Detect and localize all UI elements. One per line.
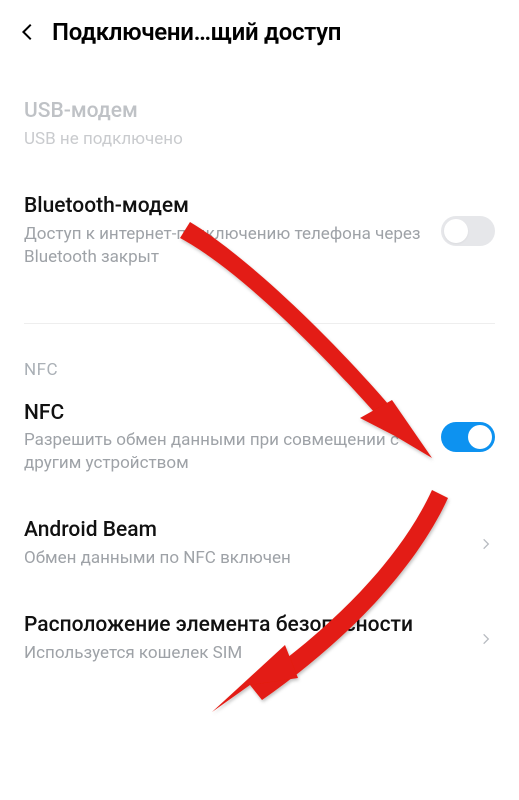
chevron-right-icon bbox=[477, 630, 495, 648]
usb-modem-subtitle: USB не подключено bbox=[24, 128, 495, 151]
item-security-element[interactable]: Расположение элемента безопасности Испол… bbox=[24, 584, 495, 679]
back-icon[interactable] bbox=[10, 14, 46, 50]
bluetooth-modem-title: Bluetooth-модем bbox=[24, 193, 425, 220]
chevron-right-icon bbox=[477, 535, 495, 553]
usb-modem-title: USB-модем bbox=[24, 98, 495, 125]
section-divider bbox=[24, 283, 495, 324]
nfc-title: NFC bbox=[24, 400, 425, 427]
nfc-toggle[interactable] bbox=[441, 422, 495, 452]
item-nfc[interactable]: NFC Разрешить обмен данными при совмещен… bbox=[24, 386, 495, 490]
section-label-nfc: NFC bbox=[24, 324, 495, 386]
nfc-subtitle: Разрешить обмен данными при совмещении с… bbox=[24, 429, 425, 475]
item-bluetooth-modem[interactable]: Bluetooth-модем Доступ к интернет-подклю… bbox=[24, 165, 495, 283]
bluetooth-modem-subtitle: Доступ к интернет-подключению телефона ч… bbox=[24, 223, 425, 269]
security-element-subtitle: Используется кошелек SIM bbox=[24, 642, 461, 665]
item-usb-modem: USB-модем USB не подключено bbox=[24, 70, 495, 165]
bluetooth-modem-toggle[interactable] bbox=[441, 216, 495, 246]
item-android-beam[interactable]: Android Beam Обмен данными по NFC включе… bbox=[24, 489, 495, 584]
android-beam-title: Android Beam bbox=[24, 517, 461, 544]
security-element-title: Расположение элемента безопасности bbox=[24, 612, 461, 639]
android-beam-subtitle: Обмен данными по NFC включен bbox=[24, 547, 461, 570]
settings-list: USB-модем USB не подключено Bluetooth-мо… bbox=[0, 70, 519, 679]
app-header: Подключени…щий доступ bbox=[0, 0, 519, 70]
page-title: Подключени…щий доступ bbox=[52, 18, 341, 46]
